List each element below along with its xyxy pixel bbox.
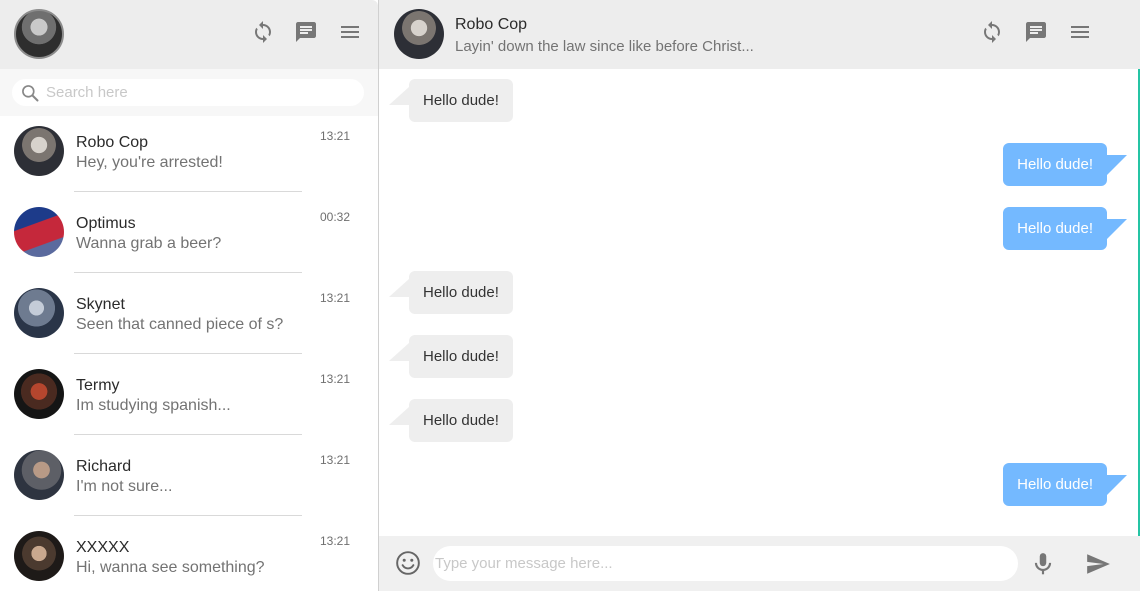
menu-icon[interactable] — [1067, 19, 1093, 45]
contact-divider — [74, 272, 302, 273]
chat-pane: Robo Cop Layin' down the law since like … — [379, 0, 1140, 591]
contact-avatar — [14, 288, 64, 338]
contact-last-message: Im studying spanish... — [76, 397, 231, 414]
incoming-message: Hello dude! — [389, 399, 513, 442]
contact-item[interactable]: Termy Im studying spanish... 13:21 — [0, 359, 378, 440]
sidebar-header — [0, 0, 378, 69]
outgoing-message: Hello dude! — [1003, 463, 1127, 506]
incoming-message: Hello dude! — [389, 79, 513, 122]
contact-item[interactable]: Skynet Seen that canned piece of s? 13:2… — [0, 278, 378, 359]
emoji-icon[interactable] — [395, 550, 421, 576]
contact-avatar — [14, 207, 64, 257]
contact-divider — [74, 515, 302, 516]
chat-avatar[interactable] — [394, 9, 444, 59]
contact-avatar — [14, 126, 64, 176]
new-chat-icon[interactable] — [293, 19, 319, 45]
contact-divider — [74, 434, 302, 435]
message-composer — [379, 536, 1140, 591]
contact-divider — [74, 191, 302, 192]
chat-icon[interactable] — [1023, 19, 1049, 45]
message-input-box[interactable] — [433, 546, 1018, 581]
message-input[interactable] — [435, 552, 1005, 574]
contact-last-message: Seen that canned piece of s? — [76, 316, 284, 333]
outgoing-message: Hello dude! — [1003, 143, 1127, 186]
contact-avatar — [14, 369, 64, 419]
messenger-app: Robo Cop Hey, you're arrested! 13:21 Opt… — [0, 0, 1140, 591]
chat-header: Robo Cop Layin' down the law since like … — [379, 0, 1140, 69]
contact-avatar — [14, 450, 64, 500]
chat-contact-name: Robo Cop — [455, 16, 528, 33]
contact-item[interactable]: Robo Cop Hey, you're arrested! 13:21 — [0, 116, 378, 197]
contact-name: Richard — [76, 458, 132, 475]
my-avatar[interactable] — [14, 9, 64, 59]
contact-name: Termy — [76, 377, 120, 394]
contact-item[interactable]: Optimus Wanna grab a beer? 00:32 — [0, 197, 378, 278]
contact-item[interactable]: XXXXX Hi, wanna see something? 13:21 — [0, 521, 378, 591]
contact-name: Robo Cop — [76, 134, 149, 151]
message-list: Hello dude! Hello dude! Hello dude! Hell… — [379, 69, 1138, 536]
contact-last-message: Hey, you're arrested! — [76, 154, 223, 171]
menu-icon[interactable] — [337, 19, 363, 45]
contact-name: XXXXX — [76, 539, 130, 556]
contact-time: 13:21 — [319, 534, 350, 548]
search-box[interactable] — [12, 79, 364, 106]
search-icon — [22, 85, 39, 102]
sidebar: Robo Cop Hey, you're arrested! 13:21 Opt… — [0, 0, 378, 591]
contact-last-message: I'm not sure... — [76, 478, 173, 495]
send-icon[interactable] — [1083, 551, 1113, 577]
contact-time: 13:21 — [319, 372, 350, 386]
contact-name: Optimus — [76, 215, 136, 232]
contact-item[interactable]: Richard I'm not sure... 13:21 — [0, 440, 378, 521]
outgoing-message: Hello dude! — [1003, 207, 1127, 250]
contact-name: Skynet — [76, 296, 125, 313]
contact-avatar — [14, 531, 64, 581]
contact-time: 13:21 — [319, 291, 350, 305]
incoming-message: Hello dude! — [389, 271, 513, 314]
incoming-message: Hello dude! — [389, 335, 513, 378]
contact-time: 13:21 — [319, 129, 350, 143]
contact-last-message: Wanna grab a beer? — [76, 235, 222, 252]
contact-list: Robo Cop Hey, you're arrested! 13:21 Opt… — [0, 116, 378, 591]
microphone-icon[interactable] — [1030, 550, 1056, 578]
contact-time: 00:32 — [319, 210, 350, 224]
contact-divider — [74, 353, 302, 354]
refresh-icon[interactable] — [979, 19, 1005, 45]
contact-last-message: Hi, wanna see something? — [76, 559, 265, 576]
search-bar — [0, 69, 378, 116]
search-input[interactable] — [46, 82, 356, 103]
refresh-icon[interactable] — [250, 19, 276, 45]
chat-contact-status: Layin' down the law since like before Ch… — [455, 38, 754, 55]
contact-time: 13:21 — [319, 453, 350, 467]
